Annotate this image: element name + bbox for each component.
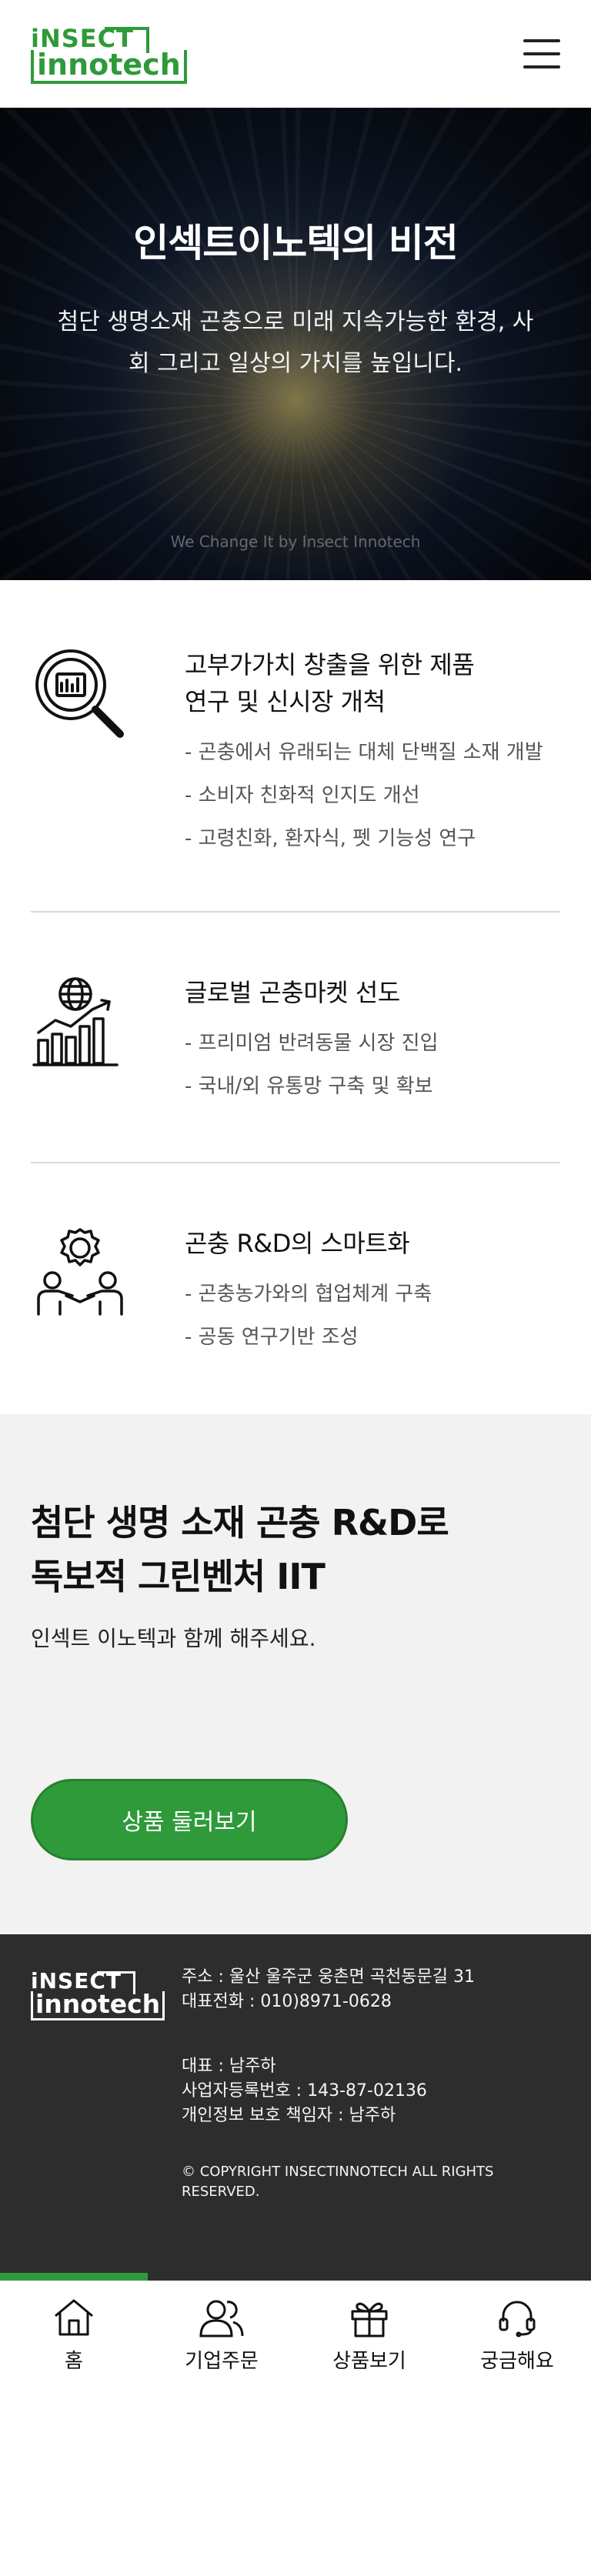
feature-list-item: 곤충농가와의 협업체계 구축: [185, 1273, 560, 1316]
site-footer: iNSECT innotech 주소 : 울산 울주군 웅촌면 곡천동문길 31…: [0, 1934, 591, 2281]
site-header: iNSECT innotech: [0, 0, 591, 108]
brand-logo[interactable]: iNSECT innotech: [31, 24, 187, 84]
company-ceo: 대표 : 남주하: [182, 2057, 276, 2076]
hamburger-menu-icon[interactable]: [523, 39, 560, 68]
vision-features: 고부가가치 창출을 위한 제품 연구 및 신시장 개척 곤충에서 유래되는 대체…: [0, 580, 591, 1414]
privacy-officer: 개인정보 보호 책임자 : 남주하: [182, 2106, 396, 2125]
company-info: 주소 : 울산 울주군 웅촌면 곡천동문길 31 대표전화 : 010)8971…: [135, 1965, 560, 2281]
feature-list: 곤충농가와의 협업체계 구축 공동 연구기반 조성: [185, 1273, 560, 1359]
feature-item: 곤충 R&D의 스마트화 곤충농가와의 협업체계 구축 공동 연구기반 조성: [31, 1163, 560, 1414]
hero-caption: We Change It by Insect Innotech: [170, 532, 421, 551]
feature-title-line: 글로벌 곤충마켓 선도: [185, 978, 400, 1007]
promo-title-line: 첨단 생명 소재 곤충 R&D로: [31, 1502, 449, 1543]
feature-item: 고부가가치 창출을 위한 제품 연구 및 신시장 개척 곤충에서 유래되는 대체…: [31, 580, 560, 913]
nav-label: 홈: [65, 2350, 83, 2373]
logo-text-bottom: innotech: [31, 49, 187, 84]
promo-text: 인섹트 이노텍과 함께 해주세요.: [31, 1626, 316, 1651]
browse-products-button[interactable]: 상품 둘러보기: [31, 1779, 348, 1860]
gear-collaboration-icon: [31, 1225, 129, 1359]
feature-list: 프리미엄 반려동물 시장 진입 국내/외 유통망 구축 및 확보: [185, 1022, 560, 1108]
feature-title: 고부가가치 창출을 위한 제품 연구 및 신시장 개척: [185, 646, 560, 720]
feature-list-item: 소비자 친화적 인지도 개선: [185, 774, 560, 817]
footer-logo-text-bottom: innotech: [31, 1990, 165, 2020]
nav-products[interactable]: 상품보기: [296, 2281, 443, 2387]
company-phone: 대표전화 : 010)8971-0628: [182, 1992, 392, 2011]
nav-label: 기업주문: [185, 2350, 259, 2373]
footer-logo[interactable]: iNSECT innotech: [31, 1968, 165, 2024]
feature-title-line: 곤충 R&D의 스마트화: [185, 1229, 410, 1258]
feature-list-item: 공동 연구기반 조성: [185, 1316, 560, 1359]
logo-frame-line: [97, 1971, 135, 1974]
business-number: 사업자등록번호 : 143-87-02136: [182, 2081, 427, 2101]
company-address: 주소 : 울산 울주군 웅촌면 곡천동문길 31: [182, 1967, 475, 1987]
feature-list-item: 프리미엄 반려동물 시장 진입: [185, 1022, 560, 1065]
hero-subtitle: 첨단 생명소재 곤충으로 미래 지속가능한 환경, 사회 그리고 일상의 가치를…: [57, 309, 534, 377]
logo-frame-line: [105, 27, 149, 30]
copyright: © COPYRIGHT INSECTINNOTECH ALL RIGHTS RE…: [182, 2164, 494, 2200]
feature-title: 곤충 R&D의 스마트화: [185, 1225, 560, 1262]
feature-title-line: 연구 및 신시장 개척: [185, 687, 386, 716]
promo-title-line: 독보적 그린벤처 IIT: [31, 1556, 326, 1597]
nav-home[interactable]: 홈: [0, 2281, 148, 2387]
active-nav-indicator: [0, 2273, 148, 2281]
promo-section: 첨단 생명 소재 곤충 R&D로 독보적 그린벤처 IIT 인섹트 이노텍과 함…: [0, 1414, 591, 1934]
gift-icon: [349, 2294, 389, 2341]
globe-growth-chart-icon: [31, 974, 129, 1108]
feature-list-item: 곤충에서 유래되는 대체 단백질 소재 개발: [185, 731, 560, 774]
feature-item: 글로벌 곤충마켓 선도 프리미엄 반려동물 시장 진입 국내/외 유통망 구축 …: [31, 913, 560, 1163]
users-icon: [198, 2294, 245, 2341]
home-icon: [52, 2294, 95, 2341]
menu-line: [523, 52, 560, 55]
hero-title: 인섹트이노텍의 비전: [133, 221, 458, 265]
nav-faq[interactable]: 궁금해요: [443, 2281, 591, 2387]
menu-line: [523, 39, 560, 42]
bottom-navigation: 홈 기업주문 상품보기 궁금해요: [0, 2281, 591, 2387]
nav-business-order[interactable]: 기업주문: [148, 2281, 296, 2387]
headset-icon: [497, 2294, 537, 2341]
nav-label: 궁금해요: [480, 2350, 554, 2373]
feature-title: 글로벌 곤충마켓 선도: [185, 974, 560, 1011]
promo-title: 첨단 생명 소재 곤충 R&D로 독보적 그린벤처 IIT: [31, 1496, 560, 1603]
magnifier-chart-icon: [31, 646, 129, 860]
feature-list: 곤충에서 유래되는 대체 단백질 소재 개발 소비자 친화적 인지도 개선 고령…: [185, 731, 560, 860]
feature-list-item: 고령친화, 환자식, 펫 기능성 연구: [185, 817, 560, 860]
vision-hero: 인섹트이노텍의 비전 첨단 생명소재 곤충으로 미래 지속가능한 환경, 사회 …: [0, 108, 591, 580]
menu-line: [523, 65, 560, 68]
feature-title-line: 고부가가치 창출을 위한 제품: [185, 650, 475, 679]
feature-list-item: 국내/외 유통망 구축 및 확보: [185, 1065, 560, 1108]
nav-label: 상품보기: [332, 2350, 406, 2373]
